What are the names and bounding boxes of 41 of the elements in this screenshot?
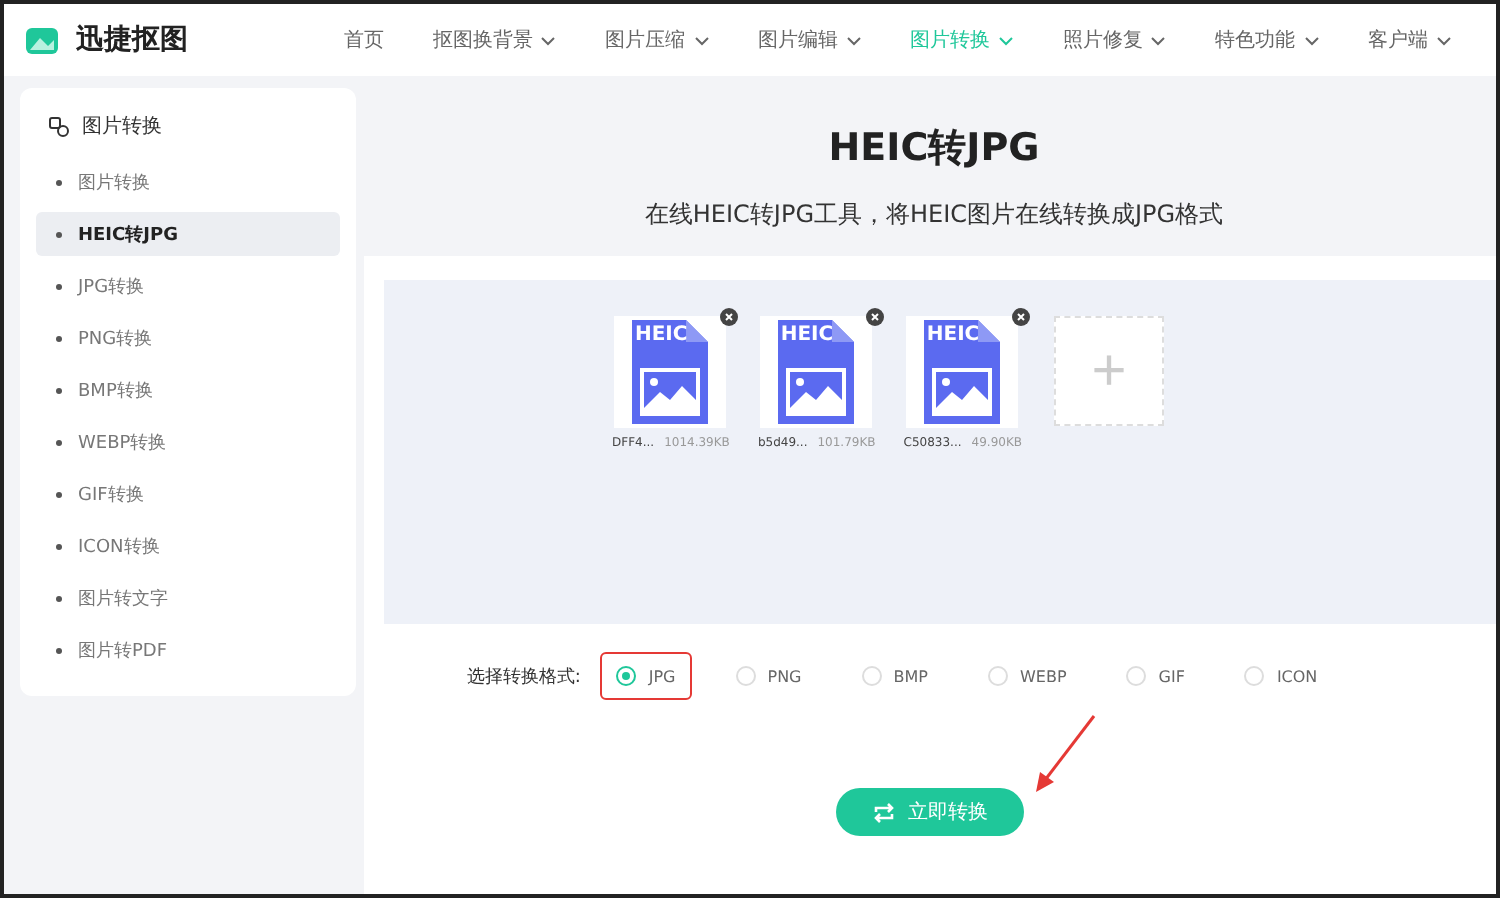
image-file-icon xyxy=(924,320,1001,424)
page-subtitle: 在线HEIC转JPG工具，将HEIC图片在线转换成JPG格式 xyxy=(644,198,1224,232)
nav-item[interactable]: 图片编辑 xyxy=(757,26,862,54)
sidebar-item[interactable]: BMP转换 xyxy=(36,368,340,412)
sidebar-item[interactable]: GIF转换 xyxy=(36,472,340,516)
sidebar-item[interactable]: 图片转PDF xyxy=(36,628,340,672)
format-label: 选择转换格式: xyxy=(466,665,581,689)
file-type-label: HEIC xyxy=(926,324,980,346)
close-icon[interactable] xyxy=(719,308,738,326)
sidebar-item[interactable]: HEIC转JPG xyxy=(36,212,340,256)
close-icon[interactable] xyxy=(1012,308,1031,326)
page-title: HEIC转JPG xyxy=(828,124,1040,174)
sidebar-item[interactable]: JPG转换 xyxy=(36,264,340,308)
image-file-icon xyxy=(778,320,855,424)
nav-item[interactable]: 客户端 xyxy=(1367,26,1452,54)
format-option[interactable]: PNG xyxy=(719,652,818,700)
sidebar-item[interactable]: WEBP转换 xyxy=(36,420,340,464)
logo-icon xyxy=(24,24,60,56)
logo-text: 迅捷抠图 xyxy=(76,22,188,58)
format-option[interactable]: ICON xyxy=(1228,652,1334,700)
close-icon[interactable] xyxy=(865,308,884,326)
format-option[interactable]: BMP xyxy=(845,652,944,700)
convert-icon xyxy=(48,115,70,137)
annotation-arrow xyxy=(1034,714,1098,794)
file-type-label: HEIC xyxy=(634,324,688,346)
nav-item[interactable]: 首页 xyxy=(344,26,384,54)
format-option[interactable]: JPG xyxy=(600,652,692,700)
nav-item[interactable]: 图片压缩 xyxy=(605,26,710,54)
format-option[interactable]: GIF xyxy=(1110,652,1201,700)
sidebar-item[interactable]: 图片转文字 xyxy=(36,576,340,620)
format-option[interactable]: WEBP xyxy=(971,652,1083,700)
nav-item[interactable]: 照片修复 xyxy=(1062,26,1167,54)
nav-item[interactable]: 特色功能 xyxy=(1215,26,1320,54)
file-type-label: HEIC xyxy=(780,324,834,346)
nav-item[interactable]: 抠图换背景 xyxy=(432,26,557,54)
repeat-icon xyxy=(872,801,896,823)
sidebar-item[interactable]: 图片转换 xyxy=(36,160,340,204)
image-file-icon xyxy=(632,320,709,424)
sidebar-title: 图片转换 xyxy=(36,112,340,152)
sidebar-item[interactable]: ICON转换 xyxy=(36,524,340,568)
sidebar-item[interactable]: PNG转换 xyxy=(36,316,340,360)
